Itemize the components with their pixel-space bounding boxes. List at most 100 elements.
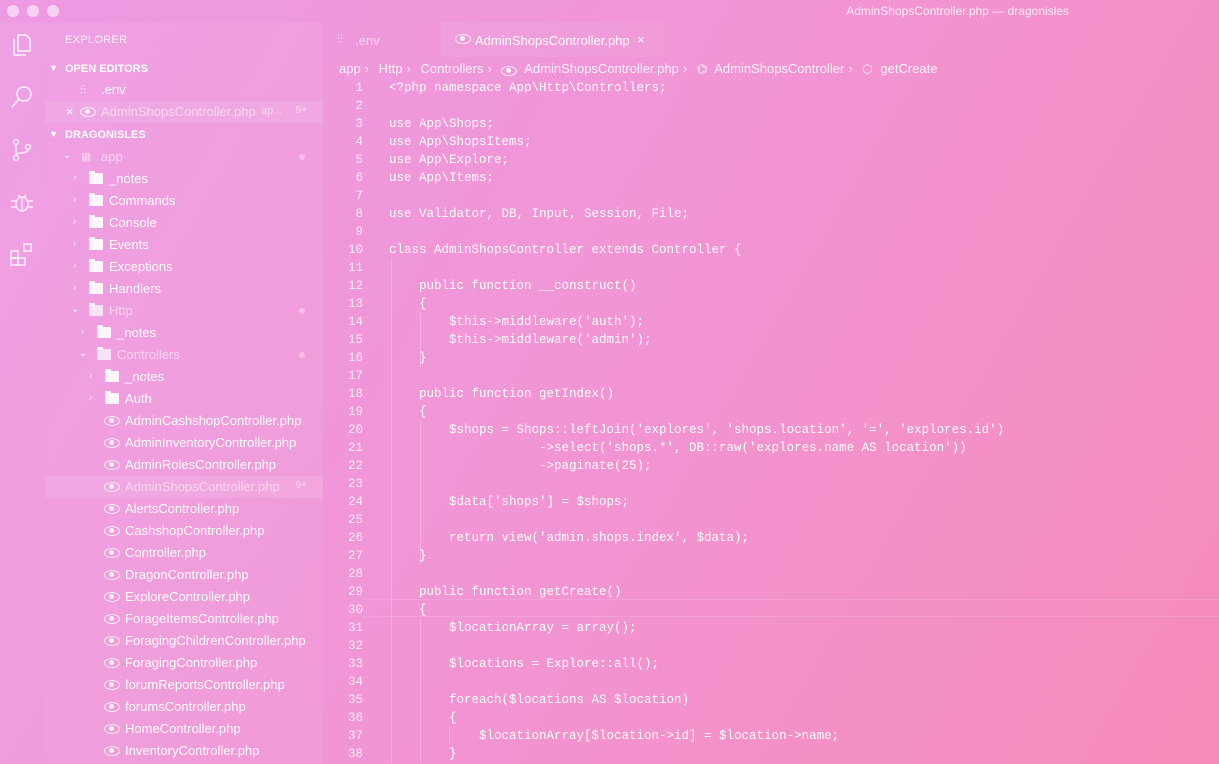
folder-icon (89, 171, 105, 186)
indent-guide (391, 259, 392, 763)
code-line[interactable]: } (389, 745, 457, 763)
search-icon[interactable] (9, 84, 35, 110)
modified-dot (299, 154, 305, 160)
code-line[interactable]: public function getIndex() (389, 385, 614, 403)
line-number: 6 (355, 171, 363, 185)
tree-folder[interactable]: › _notes (45, 168, 323, 190)
tree-folder[interactable]: › Handlers (45, 278, 323, 300)
code-line[interactable]: use App\ShopsItems; (389, 133, 532, 151)
code-line[interactable]: ->paginate(25); (389, 457, 652, 475)
tree-folder-controllers[interactable]: ⌄ Controllers (45, 344, 323, 366)
breadcrumb-item[interactable]: AdminShopsController (714, 61, 844, 76)
tree-folder[interactable]: › Auth (45, 388, 323, 410)
breadcrumb-item[interactable]: app (339, 61, 361, 76)
code-line[interactable]: public function __construct() (389, 277, 637, 295)
line-number: 25 (347, 513, 363, 527)
breadcrumb-item[interactable]: Controllers (420, 61, 483, 76)
php-file-icon (104, 568, 120, 582)
code-line[interactable]: $shops = Shops::leftJoin('explores', 'sh… (389, 421, 1004, 439)
code-line[interactable]: foreach($locations AS $location) (389, 691, 689, 709)
close-icon[interactable]: × (66, 104, 76, 119)
code-line[interactable]: return view('admin.shops.index', $data); (389, 529, 749, 547)
chevron-right-icon: › (406, 61, 411, 76)
code-line[interactable]: use App\Shops; (389, 115, 494, 133)
code-line[interactable]: { (389, 709, 457, 727)
php-file-icon (104, 656, 120, 670)
project-section[interactable]: ▾ DRAGONISLES (45, 125, 323, 145)
tree-folder[interactable]: › Commands (45, 190, 323, 212)
php-file-icon (104, 744, 120, 758)
debug-icon[interactable] (9, 189, 35, 215)
line-number: 26 (347, 531, 363, 545)
code-line[interactable]: $locationArray[$location->id] = $locatio… (389, 727, 839, 745)
code-line[interactable]: { (389, 601, 427, 619)
tree-file[interactable]: AdminCashshopController.php (45, 410, 323, 432)
code-line[interactable]: { (389, 295, 427, 313)
open-editor-item[interactable]: ⫶⫶ .env (45, 79, 323, 101)
code-line[interactable]: class AdminShopsController extends Contr… (389, 241, 742, 259)
code-line[interactable]: use App\Items; (389, 169, 494, 187)
tree-file[interactable]: DragonController.php (45, 564, 323, 586)
tree-file[interactable]: ForagingController.php (45, 652, 323, 674)
tree-file[interactable]: AlertsController.php (45, 498, 323, 520)
code-line[interactable]: <?php namespace App\Http\Controllers; (389, 79, 667, 97)
close-icon[interactable]: × (637, 32, 645, 47)
breadcrumb: app › Http › Controllers › AdminShopsContro… (339, 61, 941, 79)
tree-file[interactable]: ForageItemsController.php (45, 608, 323, 630)
code-editor[interactable]: 1 2 3 4 5 6 7 8 9 10 11 12 13 14 15 16 17 18 19 20 21 22 23 24 2… (323, 78, 1219, 764)
php-file-icon (104, 546, 120, 560)
current-line-highlight (363, 599, 1219, 617)
tree-file[interactable]: CashshopController.php (45, 520, 323, 542)
tab-env[interactable]: ⫶⫶ .env (323, 22, 441, 57)
chevron-right-icon: › (73, 216, 77, 227)
tab-admin-shops-controller[interactable]: AdminShopsController.php × (441, 22, 663, 57)
line-number: 13 (347, 297, 363, 311)
tree-folder[interactable]: › _notes (45, 366, 323, 388)
breadcrumb-item[interactable]: AdminShopsController.php (524, 61, 679, 76)
tree-file[interactable]: forumReportsController.php (45, 674, 323, 696)
tree-file[interactable]: forumsController.php (45, 696, 323, 718)
line-number: 2 (355, 99, 363, 113)
tree-file[interactable]: InventoryController.php (45, 740, 323, 762)
code-line[interactable]: $data['shops'] = $shops; (389, 493, 629, 511)
chevron-right-icon: › (73, 282, 77, 293)
code-line[interactable]: public function getCreate() (389, 583, 622, 601)
code-line[interactable]: ->select('shops.*', DB::raw('explores.na… (389, 439, 967, 457)
folder-icon (105, 391, 121, 406)
php-file-icon (104, 634, 120, 648)
breadcrumb-item[interactable]: getCreate (880, 61, 937, 76)
php-file-icon (80, 105, 96, 119)
code-line[interactable]: use App\Explore; (389, 151, 509, 169)
code-line[interactable]: $this->middleware('auth'); (389, 313, 644, 331)
tree-folder[interactable]: › _notes (45, 322, 323, 344)
tree-file-selected[interactable]: AdminShopsController.php 9+ (45, 476, 323, 498)
tree-file[interactable]: ForagingChildrenController.php (45, 630, 323, 652)
tree-folder-http[interactable]: ⌄ Http (45, 300, 323, 322)
tree-folder[interactable]: › Console (45, 212, 323, 234)
source-control-icon[interactable] (9, 137, 35, 163)
tree-file[interactable]: ExploreController.php (45, 586, 323, 608)
tree-file[interactable]: Controller.php (45, 542, 323, 564)
open-editor-item[interactable]: × AdminShopsController.php ap... 9+ (45, 101, 323, 123)
tree-file[interactable]: AdminRolesController.php (45, 454, 323, 476)
line-number: 11 (347, 261, 363, 275)
indent-guide (420, 421, 421, 565)
chevron-down-icon: ⌄ (63, 150, 72, 161)
code-line[interactable]: $locations = Explore::all(); (389, 655, 659, 673)
tree-folder[interactable]: › Exceptions (45, 256, 323, 278)
tree-file[interactable]: HomeController.php (45, 718, 323, 740)
indent-guide (420, 313, 421, 367)
line-number: 34 (347, 675, 363, 689)
open-editors-section[interactable]: ▾ OPEN EDITORS (45, 59, 323, 79)
code-line[interactable]: $this->middleware('admin'); (389, 331, 652, 349)
tree-folder[interactable]: › Events (45, 234, 323, 256)
code-line[interactable]: use Validator, DB, Input, Session, File; (389, 205, 689, 223)
code-line[interactable]: { (389, 403, 427, 421)
breadcrumb-item[interactable]: Http (379, 61, 403, 76)
chevron-right-icon: › (73, 260, 77, 271)
code-line[interactable]: $locationArray = array(); (389, 619, 637, 637)
extensions-icon[interactable] (9, 241, 35, 267)
tree-file[interactable]: AdminInventoryController.php (45, 432, 323, 454)
files-icon[interactable] (9, 32, 35, 58)
tree-folder-app[interactable]: ⌄ ▦ app (45, 146, 323, 168)
